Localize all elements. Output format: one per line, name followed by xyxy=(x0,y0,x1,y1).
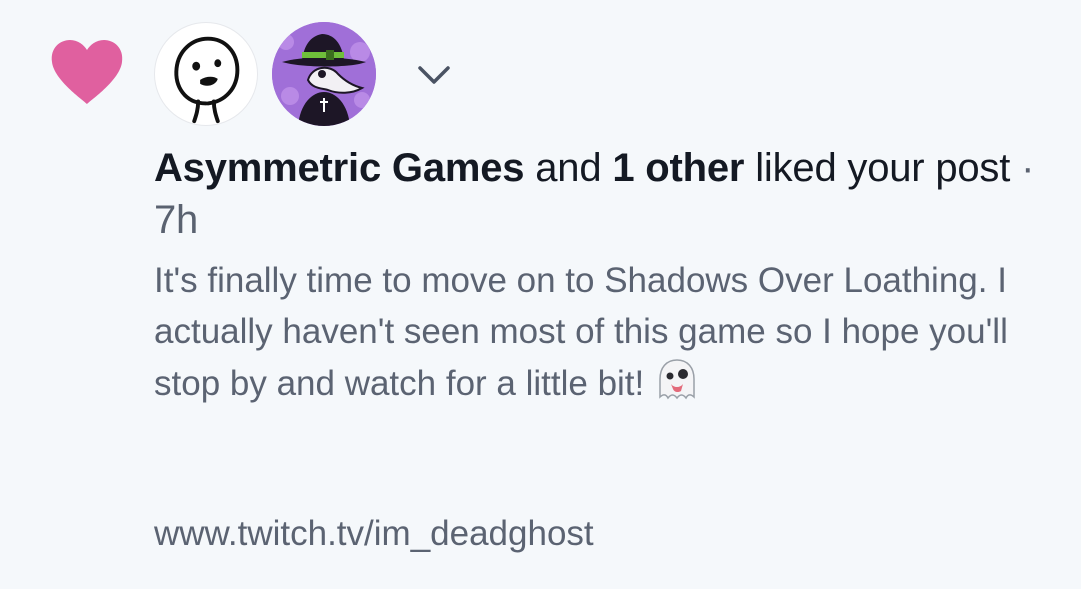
expand-button[interactable] xyxy=(410,58,458,94)
avatar[interactable] xyxy=(272,22,376,126)
ghost-icon xyxy=(659,359,695,400)
chevron-down-icon xyxy=(418,66,450,84)
avatar[interactable] xyxy=(154,22,258,126)
doodle-face-avatar-image xyxy=(174,36,240,124)
heart-icon xyxy=(51,40,123,104)
plague-doctor-avatar-image xyxy=(272,22,376,126)
timestamp: 7h xyxy=(154,198,199,242)
others-count[interactable]: 1 other xyxy=(612,146,744,190)
actor-name[interactable]: Asymmetric Games xyxy=(154,146,525,190)
time-separator: · xyxy=(1021,146,1035,190)
action-text: liked your post xyxy=(755,146,1011,190)
notification-headline: Asymmetric Games and 1 other liked your … xyxy=(154,142,1064,246)
post-text: It's finally time to move on to Shadows … xyxy=(154,261,1018,403)
like-notification[interactable]: Asymmetric Games and 1 other liked your … xyxy=(0,0,1081,589)
connector-text: and xyxy=(535,146,602,190)
post-preview[interactable]: It's finally time to move on to Shadows … xyxy=(154,255,1034,409)
post-link[interactable]: www.twitch.tv/im_deadghost xyxy=(154,508,594,559)
